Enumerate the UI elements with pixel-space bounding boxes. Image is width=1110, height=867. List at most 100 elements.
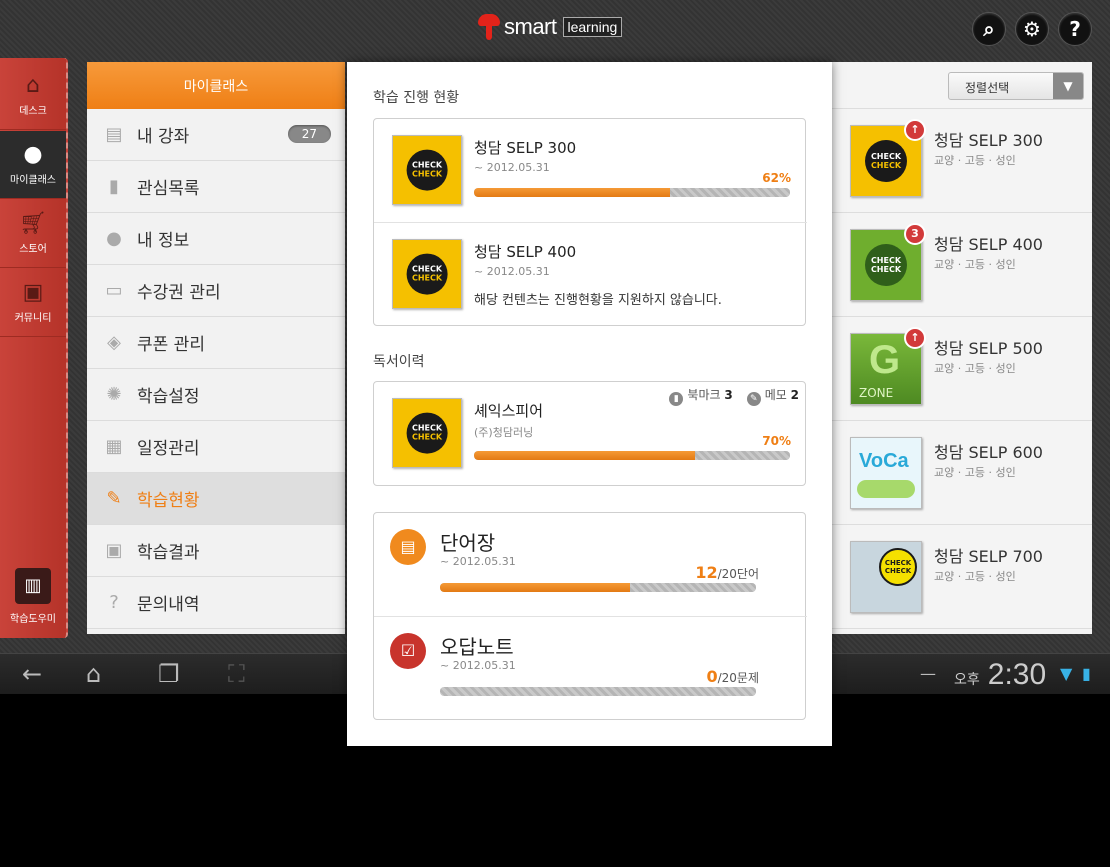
sort-dropdown[interactable]: 정렬선택 ▼ xyxy=(948,72,1084,100)
app-logo: smart learning xyxy=(478,14,623,40)
app-root: smart learning ⌕ ⚙ ? ⌂ 데스크 ● 마이클래스 🛒︎ 스토… xyxy=(0,0,1110,867)
progress-bar xyxy=(474,188,790,197)
minus-icon: — xyxy=(920,664,936,683)
rail-item-myclass[interactable]: ● 마이클래스 xyxy=(0,131,66,199)
status-clock: 오후 2:30 xyxy=(954,658,1046,692)
home-icon: ⌂ xyxy=(26,73,40,98)
course-row[interactable]: CHECK CHECK ↑ 청담 SELP 300 교양 · 고등 · 성인 xyxy=(832,109,1092,213)
rail-item-desk[interactable]: ⌂ 데스크 xyxy=(0,62,66,130)
course-list-panel: 정렬선택 ▼ CHECK CHECK ↑ 청담 SELP 300 교양 · 고등 … xyxy=(832,62,1092,634)
help-icon[interactable]: ? xyxy=(1058,12,1092,46)
menu-item-label: 문의내역 xyxy=(137,595,200,615)
course-row[interactable]: CHECK CHECK 청담 SELP 700 교양 · 고등 · 성인 xyxy=(832,525,1092,629)
reading-meta: ▮ 북마크 3 ✎ 메모 2 xyxy=(669,386,799,406)
progress-section-title: 학습 진행 현황 xyxy=(373,90,460,106)
course-category: 교양 · 고등 · 성인 xyxy=(934,154,1016,167)
rail-item-community[interactable]: ▣ 커뮤니티 xyxy=(0,269,66,337)
progress-entry[interactable]: CHECK CHECK 청담 SELP 300 ~ 2012.05.31 62% xyxy=(374,119,807,222)
menu-item-label: 학습현황 xyxy=(137,491,200,511)
update-badge: ↑ xyxy=(904,327,926,349)
progress-card: CHECK CHECK 청담 SELP 300 ~ 2012.05.31 62% … xyxy=(373,118,807,326)
menu-item-inquiries[interactable]: ? 문의내역 xyxy=(87,577,345,629)
menu-item-study-result[interactable]: ▣ 학습결과 xyxy=(87,525,345,577)
menu-item-coupon[interactable]: ◈ 쿠폰 관리 xyxy=(87,317,345,369)
menu-item-label: 쿠폰 관리 xyxy=(137,335,205,355)
back-icon[interactable]: ← xyxy=(22,660,42,688)
menu-item-label: 관심목록 xyxy=(137,179,200,199)
course-row[interactable]: VoCa 청담 SELP 600 교양 · 고등 · 성인 xyxy=(832,421,1092,525)
chevron-down-icon: ▼ xyxy=(1053,73,1083,99)
tool-title: 단어장 xyxy=(440,531,496,555)
menu-item-schedule[interactable]: ▦ 일정관리 xyxy=(87,421,345,473)
rail-item-study-helper[interactable]: ▥ 학습도우미 xyxy=(0,556,66,636)
book-icon: ▥ xyxy=(15,567,51,604)
book-cover: CHECK CHECK xyxy=(392,239,462,309)
wrong-answer-note-entry[interactable]: ☑ 오답노트 ~ 2012.05.31 0/20문제 xyxy=(374,616,807,719)
menu-item-wishlist[interactable]: ▮ 관심목록 xyxy=(87,161,345,213)
book-cover: CHECK CHECK xyxy=(392,135,462,205)
progress-date: ~ 2012.05.31 xyxy=(474,161,550,174)
tool-count: 0/20문제 xyxy=(706,667,759,686)
course-title: 청담 SELP 500 xyxy=(934,339,1043,358)
menu-item-study-status[interactable]: ✎ 학습현황 xyxy=(87,473,345,525)
calendar-icon: ▦ xyxy=(105,435,123,457)
course-category: 교양 · 고등 · 성인 xyxy=(934,362,1016,375)
reading-percent: 70% xyxy=(762,434,791,448)
menu-item-label: 학습결과 xyxy=(137,543,200,563)
course-title: 청담 SELP 300 xyxy=(934,131,1043,150)
course-row[interactable]: G ZONE ↑ 청담 SELP 500 교양 · 고등 · 성인 xyxy=(832,317,1092,421)
notepad-icon: ▤ xyxy=(390,529,426,565)
reading-section-title: 독서이력 xyxy=(373,354,425,370)
t-logo-icon xyxy=(478,14,500,40)
chat-icon: ▣ xyxy=(22,280,44,305)
menu-item-ticket[interactable]: ▭ 수강권 관리 xyxy=(87,265,345,317)
progress-date: ~ 2012.05.31 xyxy=(474,265,550,278)
course-title: 청담 SELP 600 xyxy=(934,443,1043,462)
person-icon: ● xyxy=(23,142,43,167)
tool-date: ~ 2012.05.31 xyxy=(440,555,516,568)
reading-publisher: (주)청담러닝 xyxy=(474,426,534,439)
progress-title: 청담 SELP 300 xyxy=(474,139,577,157)
vocabulary-entry[interactable]: ▤ 단어장 ~ 2012.05.31 12/20단어 xyxy=(374,513,807,616)
menu-item-study-settings[interactable]: ✺ 학습설정 xyxy=(87,369,345,421)
reading-title: 셰익스피어 xyxy=(474,402,544,420)
rail-label: 마이클래스 xyxy=(10,175,56,186)
course-row[interactable]: CHECK CHECK 3 청담 SELP 400 교양 · 고등 · 성인 xyxy=(832,213,1092,317)
menu-item-label: 일정관리 xyxy=(137,439,200,459)
card-icon: ▭ xyxy=(105,279,123,301)
bookmark-icon: ▮ xyxy=(669,392,684,406)
home-icon[interactable]: ⌂ xyxy=(86,660,101,688)
reading-entry[interactable]: CHECK CHECK ▮ 북마크 3 ✎ 메모 2 셰익스피어 (주)청담러닝 70… xyxy=(374,382,807,485)
reading-card: CHECK CHECK ▮ 북마크 3 ✎ 메모 2 셰익스피어 (주)청담러닝 70… xyxy=(373,381,806,486)
gear-icon[interactable]: ⚙ xyxy=(1015,12,1049,46)
menu-item-label: 내 강좌 xyxy=(137,127,190,147)
menu-title: 마이클래스 xyxy=(87,62,345,109)
search-icon[interactable]: ⌕ xyxy=(972,12,1006,46)
memo-icon: ✎ xyxy=(746,392,761,406)
book-cover: CHECK CHECK xyxy=(850,541,922,613)
book-cover: CHECK CHECK xyxy=(392,398,462,468)
tag-icon: ◈ xyxy=(107,331,121,353)
recent-apps-icon[interactable]: ❐ xyxy=(158,660,180,688)
rail-label: 학습도우미 xyxy=(10,613,56,625)
cart-icon: 🛒︎ xyxy=(19,211,47,236)
memo-count: ✎ 메모 2 xyxy=(746,386,799,406)
study-status-popup: 학습 진행 현황 CHECK CHECK 청담 SELP 300 ~ 2012.0… xyxy=(347,62,832,746)
rail-label: 커뮤니티 xyxy=(14,313,52,324)
signal-icon: ▼ xyxy=(1060,664,1073,683)
clock-time: 2:30 xyxy=(987,658,1047,691)
update-badge: ↑ xyxy=(904,119,926,141)
rail-label: 데스크 xyxy=(19,106,47,117)
pencil-icon: ✎ xyxy=(106,487,122,509)
menu-item-my-info[interactable]: ● 내 정보 xyxy=(87,213,345,265)
person-icon: ● xyxy=(106,227,122,249)
course-category: 교양 · 고등 · 성인 xyxy=(934,570,1016,583)
myclass-menu: 마이클래스 ▤ 내 강좌 27 ▮ 관심목록 ● 내 정보 ▭ 수강권 관리 ◈… xyxy=(87,62,345,634)
progress-entry[interactable]: CHECK CHECK 청담 SELP 400 ~ 2012.05.31 해당 컨… xyxy=(374,222,807,325)
tool-date: ~ 2012.05.31 xyxy=(440,659,516,672)
menu-item-label: 내 정보 xyxy=(137,231,190,251)
screenshot-icon[interactable]: ⛶ xyxy=(228,660,245,688)
menu-item-my-courses[interactable]: ▤ 내 강좌 27 xyxy=(87,109,345,161)
rail-item-store[interactable]: 🛒︎ 스토어 xyxy=(0,200,66,268)
logo-smart-text: smart xyxy=(504,14,557,39)
